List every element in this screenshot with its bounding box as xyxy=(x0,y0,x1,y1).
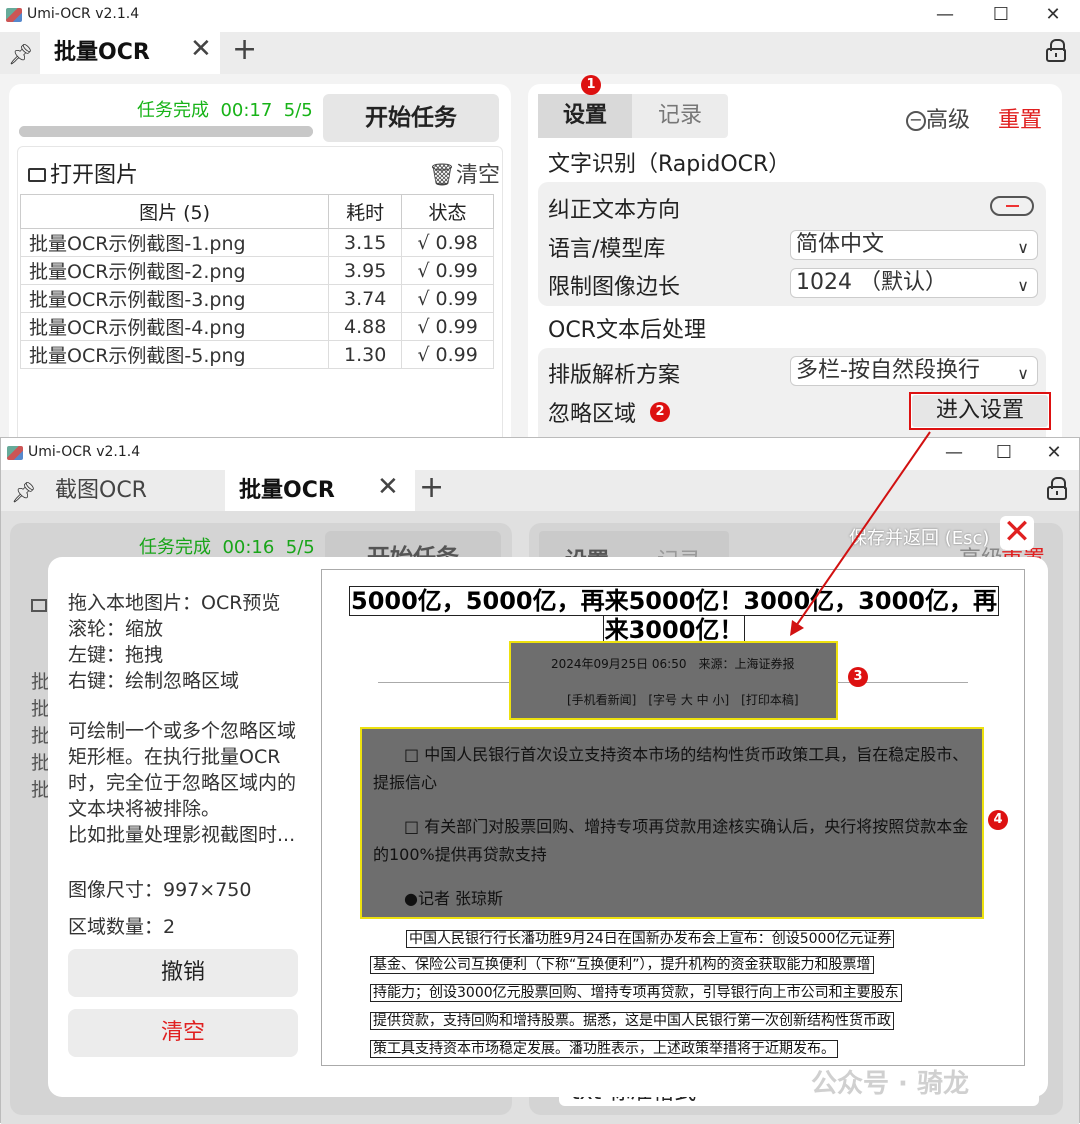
annotation-arrow xyxy=(790,431,931,636)
